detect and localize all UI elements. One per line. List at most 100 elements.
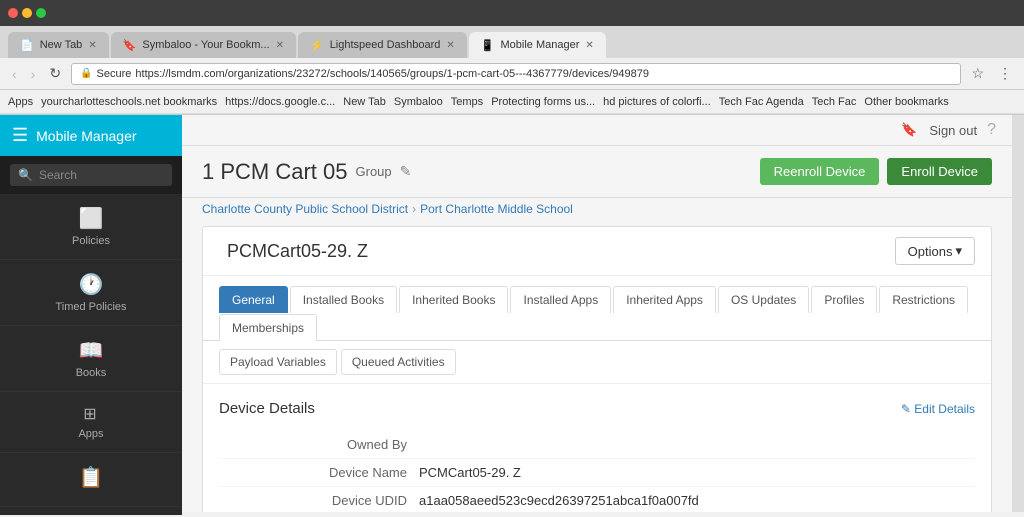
- detail-label-device-name: Device Name: [219, 465, 419, 480]
- tab-close-icon[interactable]: ✕: [585, 40, 593, 51]
- close-window-button[interactable]: [8, 8, 18, 18]
- browser-tab-lightspeed[interactable]: ⚡ Lightspeed Dashboard ✕: [298, 32, 467, 58]
- options-caret-icon: ▾: [955, 243, 962, 259]
- minimize-window-button[interactable]: [22, 8, 32, 18]
- device-name: PCMCart05-29. Z: [227, 241, 368, 262]
- device-sub-tabs: Payload Variables Queued Activities: [203, 341, 991, 384]
- sidebar-search-input[interactable]: 🔍 Search: [10, 164, 172, 186]
- tab-favicon: 📱: [481, 39, 495, 52]
- detail-row-udid: Device UDID a1aa058aeed523c9ecd26397251a…: [219, 487, 975, 512]
- device-tabs: General Installed Books Inherited Books …: [203, 276, 991, 341]
- secure-label: Secure: [97, 68, 132, 80]
- forward-button[interactable]: ›: [27, 64, 40, 84]
- sidebar-search-container[interactable]: 🔍 Search: [0, 156, 182, 194]
- sign-out-link[interactable]: Sign out: [929, 123, 977, 138]
- bookmark-techfac[interactable]: Tech Fac Agenda: [719, 96, 804, 108]
- detail-row-owned-by: Owned By: [219, 431, 975, 459]
- app-container: ☰ Mobile Manager 🔍 Search ⬜ Policies 🕐 T…: [0, 115, 1024, 512]
- breadcrumb: Charlotte County Public School District …: [182, 198, 1012, 226]
- back-button[interactable]: ‹: [8, 64, 21, 84]
- title-bar: [0, 0, 1024, 26]
- maximize-window-button[interactable]: [36, 8, 46, 18]
- window-controls[interactable]: [8, 8, 46, 18]
- tab-installed-apps[interactable]: Installed Apps: [510, 286, 611, 313]
- tab-close-icon[interactable]: ✕: [446, 40, 454, 51]
- section-title: Device Details: [219, 400, 315, 417]
- apps-icon: ⊞: [83, 404, 98, 424]
- detail-label-owned-by: Owned By: [219, 437, 419, 452]
- tab-inherited-apps[interactable]: Inherited Apps: [613, 286, 716, 313]
- sidebar-label-books: Books: [76, 367, 107, 379]
- bookmark-protecting[interactable]: Protecting forms us...: [491, 96, 595, 108]
- section-header: Device Details ✎ Edit Details: [219, 400, 975, 417]
- bookmark-newtab[interactable]: New Tab: [343, 96, 386, 108]
- edit-details-link[interactable]: ✎ Edit Details: [901, 402, 975, 416]
- edit-group-icon[interactable]: ✎: [400, 163, 412, 180]
- bookmark-techfac2[interactable]: Tech Fac: [812, 96, 857, 108]
- bookmark-apps[interactable]: Apps: [8, 96, 33, 108]
- device-details-section: Device Details ✎ Edit Details Owned By D…: [203, 384, 991, 512]
- device-panel: PCMCart05-29. Z Options ▾ General Instal…: [202, 226, 992, 512]
- browser-tab-mobile[interactable]: 📱 Mobile Manager ✕: [469, 32, 606, 58]
- tab-memberships[interactable]: Memberships: [219, 314, 317, 341]
- bookmark-other[interactable]: Other bookmarks: [864, 96, 948, 108]
- browser-tab-symbaloo[interactable]: 🔖 Symbaloo - Your Bookm... ✕: [111, 32, 296, 58]
- top-bar: 🔖 Sign out ?: [182, 115, 1012, 146]
- breadcrumb-district[interactable]: Charlotte County Public School District: [202, 202, 408, 216]
- help-icon[interactable]: ?: [987, 121, 996, 139]
- sidebar-icon: ☰: [12, 125, 28, 146]
- bookmark-hd[interactable]: hd pictures of colorfi...: [603, 96, 711, 108]
- tab-profiles[interactable]: Profiles: [811, 286, 877, 313]
- bookmark-symbaloo[interactable]: Symbaloo: [394, 96, 443, 108]
- browser-tabs-bar: 📄 New Tab ✕ 🔖 Symbaloo - Your Bookm... ✕…: [0, 26, 1024, 58]
- detail-value-device-name: PCMCart05-29. Z: [419, 465, 521, 480]
- breadcrumb-school[interactable]: Port Charlotte Middle School: [420, 202, 573, 216]
- sidebar-title: Mobile Manager: [36, 128, 136, 144]
- bookmark-icon: 🔖: [901, 122, 917, 138]
- search-icon: 🔍: [18, 168, 33, 182]
- page-header: 1 PCM Cart 05 Group ✎ Reenroll Device En…: [182, 146, 1012, 198]
- sidebar-label-apps: Apps: [78, 428, 103, 440]
- tab-restrictions[interactable]: Restrictions: [879, 286, 968, 313]
- tab-label: Symbaloo - Your Bookm...: [142, 39, 269, 51]
- main-content: 🔖 Sign out ? 1 PCM Cart 05 Group ✎ Reenr…: [182, 115, 1012, 512]
- timed-policies-icon: 🕐: [79, 272, 104, 297]
- bookmark-docs[interactable]: https://docs.google.c...: [225, 96, 335, 108]
- bookmark-button[interactable]: ☆: [967, 63, 988, 84]
- page-title-section: 1 PCM Cart 05 Group ✎: [202, 159, 411, 185]
- nav-bar: ‹ › ↻ 🔒 Secure https://lsmdm.com/organiz…: [0, 58, 1024, 90]
- sidebar-item-apps[interactable]: ⊞ Apps: [0, 392, 182, 453]
- tab-general[interactable]: General: [219, 286, 288, 313]
- detail-row-device-name: Device Name PCMCart05-29. Z: [219, 459, 975, 487]
- browser-tab-new[interactable]: 📄 New Tab ✕: [8, 32, 109, 58]
- tab-installed-books[interactable]: Installed Books: [290, 286, 397, 313]
- tab-favicon: 📄: [20, 39, 34, 52]
- options-button[interactable]: Options ▾: [895, 237, 975, 265]
- sidebar-item-timed-policies[interactable]: 🕐 Timed Policies: [0, 260, 182, 326]
- sidebar-item-books[interactable]: 📖 Books: [0, 326, 182, 392]
- browser-chrome: 📄 New Tab ✕ 🔖 Symbaloo - Your Bookm... ✕…: [0, 0, 1024, 115]
- bookmark-temps[interactable]: Temps: [451, 96, 483, 108]
- reenroll-device-button[interactable]: Reenroll Device: [760, 158, 880, 185]
- sub-tab-payload-variables[interactable]: Payload Variables: [219, 349, 337, 375]
- tab-inherited-books[interactable]: Inherited Books: [399, 286, 508, 313]
- tab-favicon: 🔖: [123, 39, 137, 52]
- sidebar-label-policies: Policies: [72, 235, 110, 247]
- settings-button[interactable]: ⋮: [994, 63, 1016, 84]
- search-placeholder: Search: [39, 168, 77, 182]
- address-bar[interactable]: 🔒 Secure https://lsmdm.com/organizations…: [71, 63, 961, 85]
- header-action-buttons: Reenroll Device Enroll Device: [760, 158, 992, 185]
- tab-close-icon[interactable]: ✕: [276, 40, 284, 51]
- tab-close-icon[interactable]: ✕: [88, 40, 96, 51]
- tab-label: Lightspeed Dashboard: [330, 39, 441, 51]
- tab-os-updates[interactable]: OS Updates: [718, 286, 809, 313]
- sidebar-item-policies[interactable]: ⬜ Policies: [0, 194, 182, 260]
- books-icon: 📖: [79, 338, 104, 363]
- reload-button[interactable]: ↻: [45, 63, 65, 84]
- sidebar-item-more[interactable]: 📋: [0, 453, 182, 507]
- enroll-device-button[interactable]: Enroll Device: [887, 158, 992, 185]
- device-panel-header: PCMCart05-29. Z Options ▾: [203, 227, 991, 276]
- bookmark-charlotte[interactable]: yourcharlotteschools.net bookmarks: [41, 96, 217, 108]
- scrollbar-area: [1012, 115, 1024, 512]
- sub-tab-queued-activities[interactable]: Queued Activities: [341, 349, 456, 375]
